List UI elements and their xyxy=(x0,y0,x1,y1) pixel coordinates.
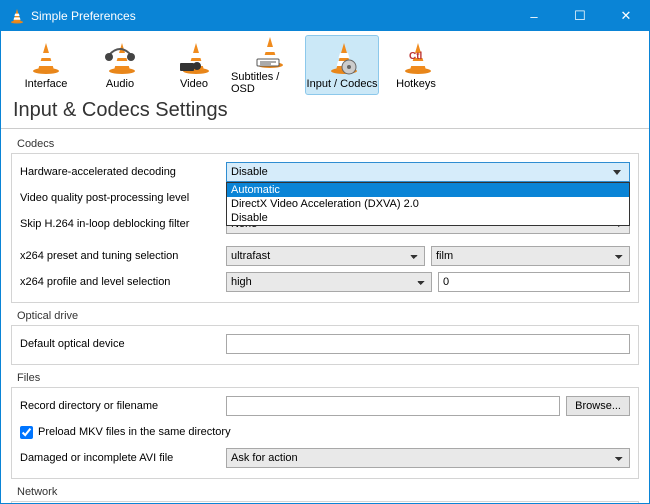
window-title: Simple Preferences xyxy=(31,9,511,23)
optical-group-label: Optical drive xyxy=(11,307,639,325)
tab-audio[interactable]: Audio xyxy=(83,35,157,95)
x264-tuning-select[interactable]: film xyxy=(431,246,630,266)
x264-preset-label: x264 preset and tuning selection xyxy=(20,250,220,262)
hw-decoding-dropdown-list: Automatic DirectX Video Acceleration (DX… xyxy=(226,182,630,226)
x264-profile-label: x264 profile and level selection xyxy=(20,276,220,288)
x264-preset-select[interactable]: ultrafast xyxy=(226,246,425,266)
quality-label: Video quality post-processing level xyxy=(20,192,220,204)
app-icon xyxy=(9,8,25,24)
optical-device-label: Default optical device xyxy=(20,338,220,350)
minimize-button[interactable]: – xyxy=(511,1,557,31)
tab-input-codecs[interactable]: Input / Codecs xyxy=(305,35,379,95)
hw-decoding-label: Hardware-accelerated decoding xyxy=(20,166,220,178)
avi-label: Damaged or incomplete AVI file xyxy=(20,452,220,464)
tab-subtitles[interactable]: Subtitles / OSD xyxy=(231,35,305,95)
x264-level-input[interactable] xyxy=(438,272,630,292)
page-title: Input & Codecs Settings xyxy=(1,95,649,129)
network-group-label: Network xyxy=(11,483,639,501)
hw-decoding-select[interactable]: Disable Automatic DirectX Video Accelera… xyxy=(226,162,630,182)
record-dir-input[interactable] xyxy=(226,396,560,416)
browse-button[interactable]: Browse... xyxy=(566,396,630,416)
maximize-button[interactable]: ☐ xyxy=(557,1,603,31)
hotkeys-icon: Ctl xyxy=(398,40,434,76)
titlebar: Simple Preferences – ☐ ✕ xyxy=(1,1,649,31)
subtitles-icon xyxy=(250,35,286,69)
interface-icon xyxy=(28,40,64,76)
preload-mkv-checkbox[interactable]: Preload MKV files in the same directory xyxy=(20,426,231,439)
video-icon xyxy=(176,40,212,76)
audio-icon xyxy=(102,40,138,76)
hw-option-disable[interactable]: Disable xyxy=(227,211,629,225)
svg-text:Ctl: Ctl xyxy=(409,51,423,62)
files-group-label: Files xyxy=(11,369,639,387)
close-button[interactable]: ✕ xyxy=(603,1,649,31)
codecs-group-label: Codecs xyxy=(11,135,639,153)
tab-hotkeys[interactable]: Ctl Hotkeys xyxy=(379,35,453,95)
x264-profile-select[interactable]: high xyxy=(226,272,432,292)
hw-option-automatic[interactable]: Automatic xyxy=(227,183,629,197)
category-tabs: Interface Audio Video Subtitles / OSD In… xyxy=(1,31,649,95)
avi-select[interactable]: Ask for action xyxy=(226,448,630,468)
optical-device-select[interactable] xyxy=(226,334,630,354)
settings-content: Codecs Hardware-accelerated decoding Dis… xyxy=(1,129,649,503)
hw-option-dxva[interactable]: DirectX Video Acceleration (DXVA) 2.0 xyxy=(227,197,629,211)
record-dir-label: Record directory or filename xyxy=(20,400,220,412)
tab-interface[interactable]: Interface xyxy=(9,35,83,95)
input-codecs-icon xyxy=(324,40,360,76)
skip-filter-label: Skip H.264 in-loop deblocking filter xyxy=(20,218,220,230)
tab-video[interactable]: Video xyxy=(157,35,231,95)
